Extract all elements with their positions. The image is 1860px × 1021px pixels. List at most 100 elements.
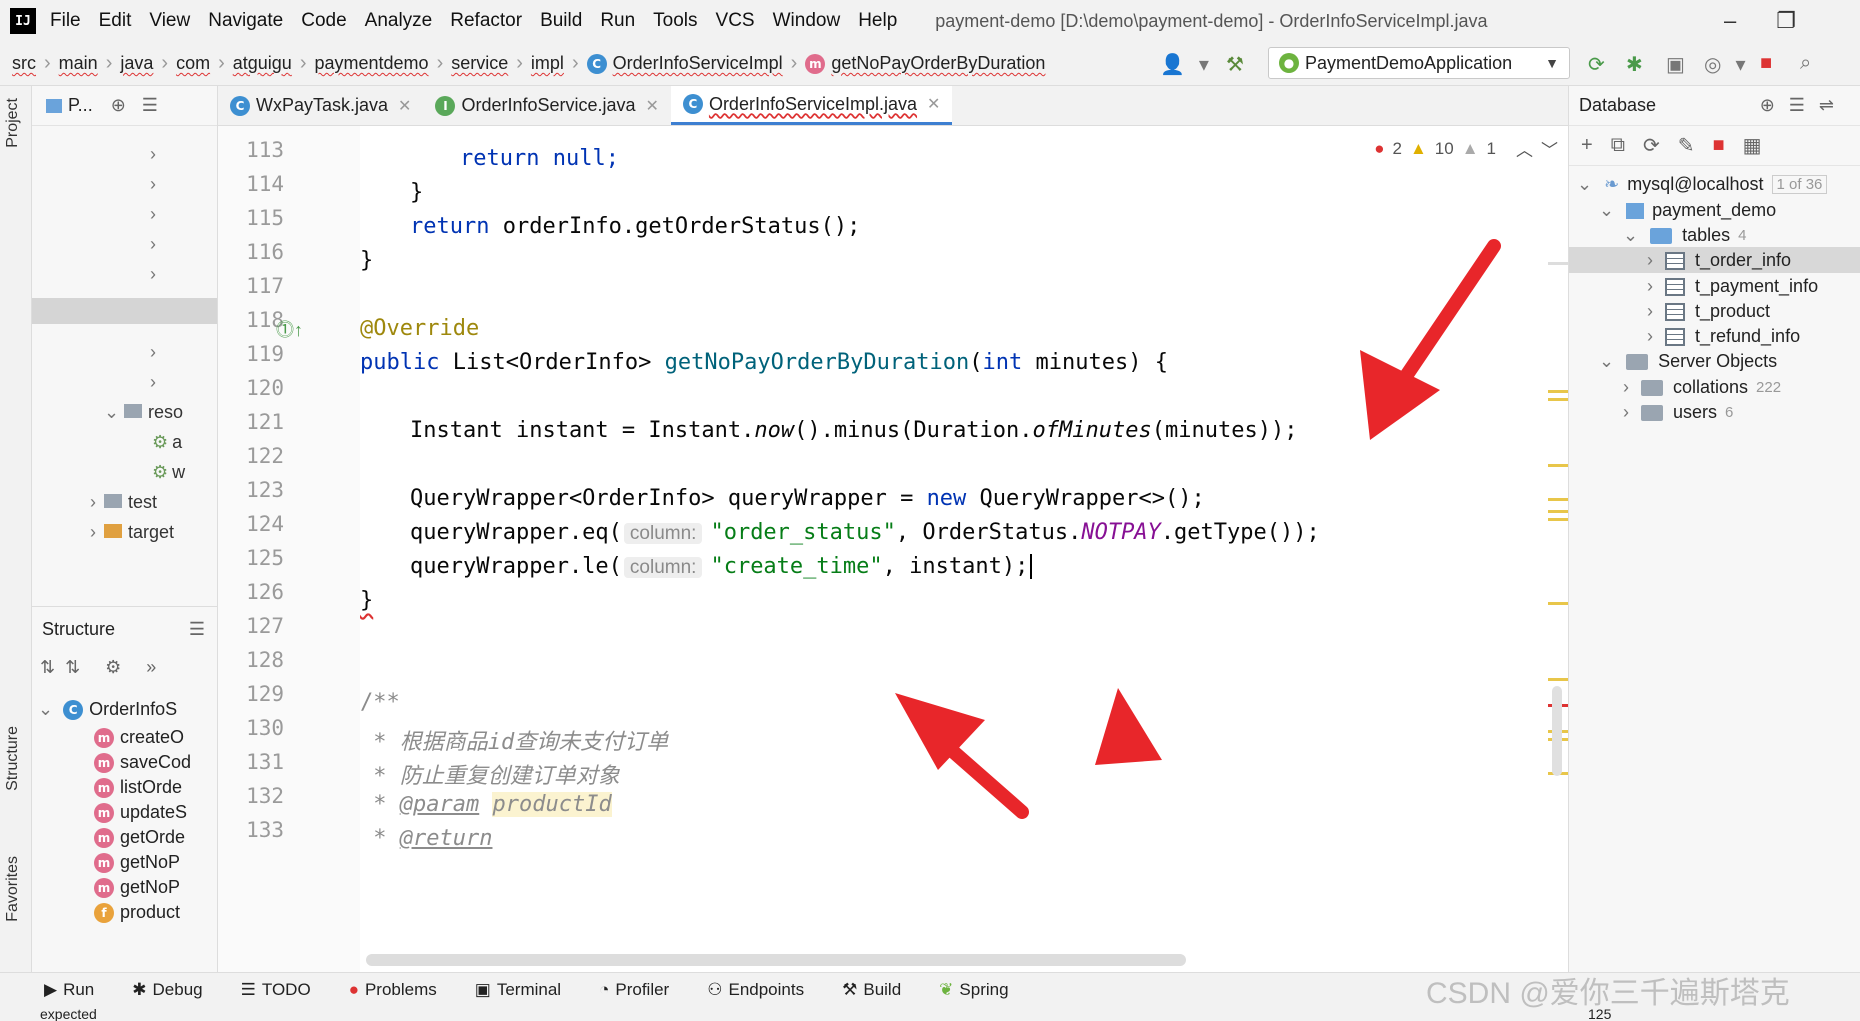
tool-profiler[interactable]: ◔ Profiler <box>599 980 669 1000</box>
tool-terminal[interactable]: ▣ Terminal <box>475 980 561 1000</box>
tab-wxpaytask[interactable]: C WxPayTask.java ✕ <box>218 86 423 125</box>
line-number[interactable]: 131 <box>224 750 284 774</box>
tree-item-config-a[interactable]: ⚙ a <box>152 432 182 453</box>
tab-orderinfoserviceimpl[interactable]: C OrderInfoServiceImpl.java ✕ <box>670 86 953 125</box>
line-number[interactable]: 117 <box>224 274 284 298</box>
line-number[interactable]: 119 <box>224 342 284 366</box>
breadcrumb-main[interactable]: main <box>59 53 98 74</box>
line-number[interactable]: 120 <box>224 376 284 400</box>
favorites-tool-tab[interactable]: Favorites <box>4 856 22 922</box>
structure-member[interactable]: m getNoP <box>94 852 180 873</box>
menu-refactor[interactable]: Refactor <box>450 10 522 32</box>
code-editor[interactable]: ● 2 ▲ 10 ▲ 1 ︿ ﹀ return null; } return order… <box>360 126 1568 972</box>
tool-build[interactable]: ⚒ Build <box>842 980 901 1000</box>
menu-code[interactable]: Code <box>301 10 346 32</box>
tree-chevron-icon[interactable]: › <box>150 144 156 165</box>
db-users[interactable]: › users 6 <box>1623 402 1733 423</box>
inspection-widget[interactable]: ● 2 ▲ 10 ▲ 1 ︿ ﹀ <box>1374 136 1558 161</box>
debug-icon[interactable]: ✱ <box>1626 52 1657 77</box>
stop-icon[interactable]: ■ <box>1760 52 1786 75</box>
tool-problems[interactable]: ● Problems <box>349 980 437 1000</box>
db-schema[interactable]: ⌄ payment_demo <box>1599 200 1776 221</box>
breadcrumb-service[interactable]: service <box>451 53 508 74</box>
db-connection[interactable]: ⌄ ❧ mysql@localhost 1 of 36 <box>1577 174 1828 195</box>
menu-edit[interactable]: Edit <box>99 10 132 32</box>
selected-tree-row[interactable] <box>32 298 217 324</box>
tree-chevron-icon[interactable]: ⌄ <box>104 402 119 423</box>
line-number[interactable]: 122 <box>224 444 284 468</box>
database-toolbar[interactable]: + ⧉ ⟳ ✎ ■ ▦ <box>1569 126 1860 166</box>
tree-item-test[interactable]: › test <box>90 492 157 513</box>
structure-member[interactable]: m createO <box>94 727 184 748</box>
minimize-icon[interactable]: – <box>1724 8 1776 33</box>
db-table-t-payment-info[interactable]: › t_payment_info <box>1647 276 1818 297</box>
breadcrumb-src[interactable]: src <box>12 53 36 74</box>
menu-run[interactable]: Run <box>600 10 635 32</box>
db-table-t-product[interactable]: › t_product <box>1647 301 1770 322</box>
menu-navigate[interactable]: Navigate <box>208 10 283 32</box>
db-table-t-refund-info[interactable]: › t_refund_info <box>1647 326 1800 347</box>
header-icons[interactable]: ⊕☰⇌ <box>1760 95 1848 116</box>
line-number[interactable]: 126 <box>224 580 284 604</box>
collapse-icon[interactable]: ☰ <box>142 95 158 116</box>
tool-run[interactable]: ▶ Run <box>44 980 94 1000</box>
db-server-objects[interactable]: ⌄ Server Objects <box>1599 351 1777 372</box>
menu-help[interactable]: Help <box>858 10 897 32</box>
structure-root[interactable]: ⌄ C OrderInfoS <box>38 699 177 720</box>
tool-spring[interactable]: ❦ Spring <box>939 980 1008 1000</box>
tool-debug[interactable]: ✱ Debug <box>132 980 202 1000</box>
structure-member[interactable]: f product <box>94 902 180 923</box>
structure-member[interactable]: m getOrde <box>94 827 185 848</box>
db-tables-folder[interactable]: ⌄ tables 4 <box>1623 225 1746 246</box>
menu-file[interactable]: File <box>50 10 81 32</box>
menu-build[interactable]: Build <box>540 10 582 32</box>
structure-member[interactable]: m saveCod <box>94 752 191 773</box>
line-number[interactable]: 116 <box>224 240 284 264</box>
search-icon[interactable]: ⌕ <box>1800 52 1825 75</box>
line-number[interactable]: 123 <box>224 478 284 502</box>
breadcrumb-com[interactable]: com <box>176 53 210 74</box>
line-number[interactable]: 118 <box>224 308 284 332</box>
line-number[interactable]: 113 <box>224 138 284 162</box>
tree-item-resources[interactable]: reso <box>124 402 183 423</box>
breadcrumb-atguigu[interactable]: atguigu <box>233 53 292 74</box>
breadcrumb-paymentdemo[interactable]: paymentdemo <box>314 53 428 74</box>
line-number[interactable]: 115 <box>224 206 284 230</box>
breadcrumb-java[interactable]: java <box>120 53 153 74</box>
db-table-t-order-info[interactable]: › t_order_info <box>1647 250 1791 271</box>
restore-icon[interactable]: ❐ <box>1776 8 1836 33</box>
chevron-up-icon[interactable]: ︿ <box>1516 136 1533 161</box>
line-number[interactable]: 133 <box>224 818 284 842</box>
menu-view[interactable]: View <box>149 10 190 32</box>
tab-orderinfoservice[interactable]: I OrderInfoService.java ✕ <box>423 86 670 125</box>
line-number[interactable]: 114 <box>224 172 284 196</box>
coverage-icon[interactable]: ▣ <box>1666 52 1699 77</box>
target-icon[interactable]: ⊕ <box>111 95 126 116</box>
structure-member[interactable]: m updateS <box>94 802 187 823</box>
line-number[interactable]: 121 <box>224 410 284 434</box>
rerun-icon[interactable]: ⟳ <box>1588 52 1619 77</box>
db-collations[interactable]: › collations 222 <box>1623 377 1781 398</box>
horizontal-scrollbar[interactable] <box>366 954 1186 966</box>
line-number[interactable]: 130 <box>224 716 284 740</box>
menu-analyze[interactable]: Analyze <box>365 10 433 32</box>
close-icon[interactable]: ✕ <box>646 96 659 116</box>
menu-window[interactable]: Window <box>773 10 841 32</box>
breadcrumb-class[interactable]: C OrderInfoServiceImpl <box>586 53 783 74</box>
line-number[interactable]: 124 <box>224 512 284 536</box>
menu-vcs[interactable]: VCS <box>716 10 755 32</box>
menu-icon[interactable]: ☰ <box>189 619 205 640</box>
breadcrumb-impl[interactable]: impl <box>531 53 564 74</box>
tool-todo[interactable]: ☰ TODO <box>241 980 311 1000</box>
tree-item-config-w[interactable]: ⚙ w <box>152 462 185 483</box>
tool-endpoints[interactable]: ⚇ Endpoints <box>707 980 804 1000</box>
tree-chevron-icon[interactable]: › <box>150 264 156 285</box>
breadcrumb-method[interactable]: m getNoPayOrderByDuration <box>805 53 1045 74</box>
structure-member[interactable]: m listOrde <box>94 777 182 798</box>
sort-icons[interactable]: ⇅⇅ ⚙ » <box>40 657 166 678</box>
tree-item-target[interactable]: › target <box>90 522 174 543</box>
profile-icon[interactable]: ◎▾ <box>1704 52 1760 77</box>
tree-chevron-icon[interactable]: › <box>150 174 156 195</box>
hammer-icon[interactable]: ⚒ <box>1226 52 1258 77</box>
menu-tools[interactable]: Tools <box>653 10 697 32</box>
